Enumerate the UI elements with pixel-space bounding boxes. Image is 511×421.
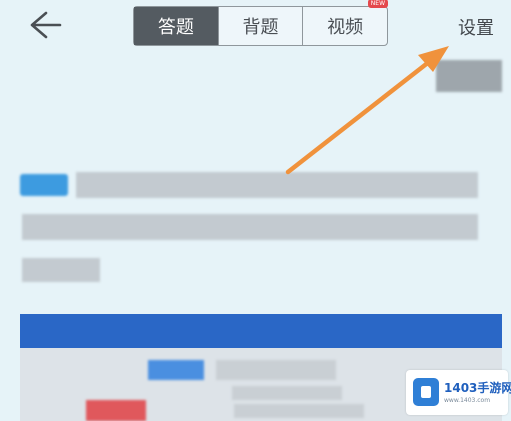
watermark-subtext: www.1403.com: [444, 397, 491, 404]
watermark-cube-icon: [413, 378, 439, 406]
annotation-arrow-icon: [285, 46, 449, 175]
watermark-logo: 1403手游网 www.1403.com: [406, 370, 511, 415]
watermark-text: 1403手游网: [444, 381, 511, 395]
